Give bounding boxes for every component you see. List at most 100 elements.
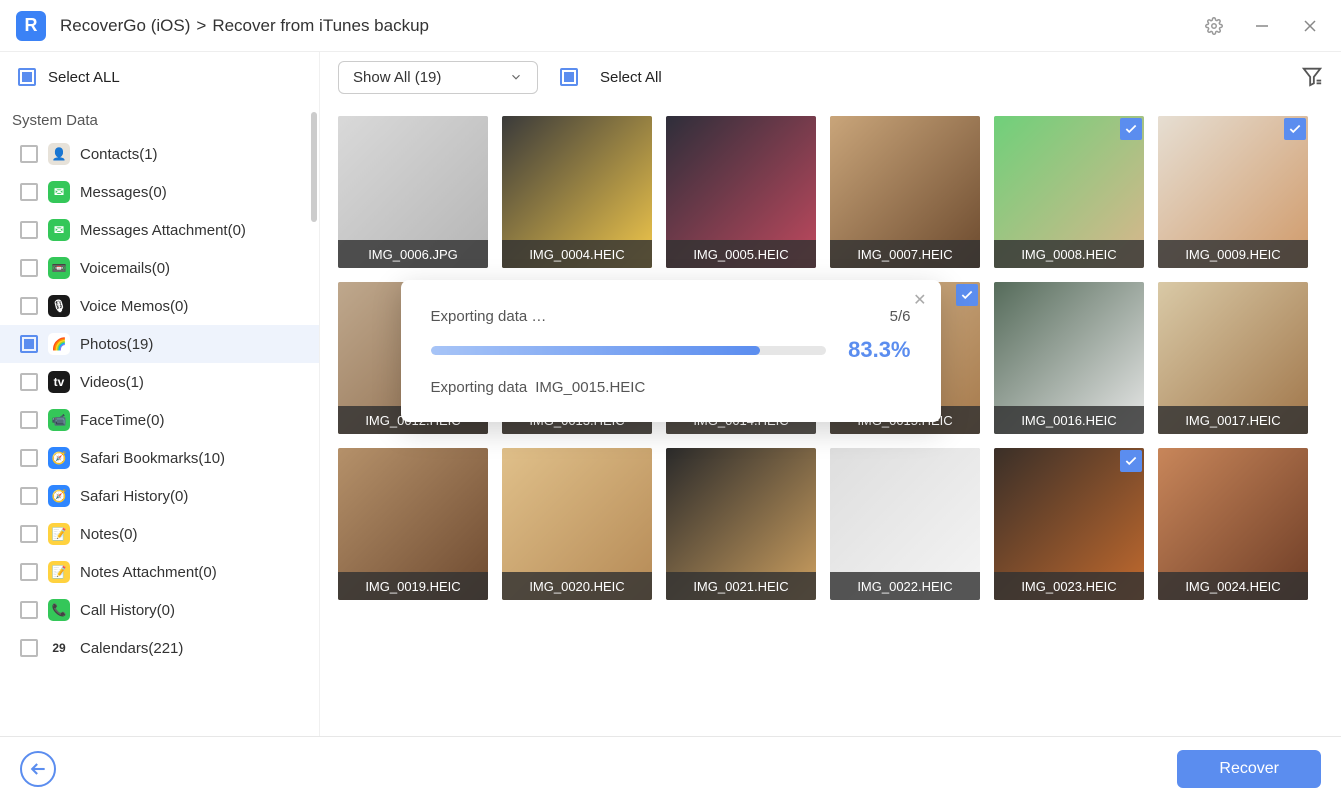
sidebar-item-checkbox[interactable]	[20, 411, 38, 429]
app-logo: R	[16, 11, 46, 41]
breadcrumb: RecoverGo (iOS) > Recover from iTunes ba…	[60, 16, 429, 36]
sidebar-item[interactable]: 📞 Call History(0)	[0, 591, 319, 629]
select-all-sidebar-checkbox[interactable]	[18, 68, 36, 86]
thumbnail-filename: IMG_0022.HEIC	[830, 572, 980, 600]
sidebar-item[interactable]: ✉Messages(0)	[0, 173, 319, 211]
filter-dropdown-label: Show All (19)	[353, 69, 441, 86]
progress-fill	[431, 346, 761, 355]
export-progress-dialog: ✕ Exporting data … 5/6 83.3% Exporting d…	[401, 280, 941, 422]
sidebar-item-checkbox[interactable]	[20, 449, 38, 467]
sidebar-item-icon: ✉	[48, 219, 70, 241]
scrollbar-thumb[interactable]	[311, 112, 317, 222]
minimize-icon[interactable]	[1247, 11, 1277, 41]
sidebar-item-checkbox[interactable]	[20, 563, 38, 581]
select-all-main-label: Select All	[600, 69, 662, 86]
thumbnail-checkmark-icon[interactable]	[1120, 450, 1142, 472]
gear-icon[interactable]	[1199, 11, 1229, 41]
sidebar-item-checkbox[interactable]	[20, 525, 38, 543]
sidebar-item-checkbox[interactable]	[20, 601, 38, 619]
photo-thumbnail[interactable]: IMG_0005.HEIC	[666, 116, 816, 268]
sidebar-item-icon: 📹	[48, 409, 70, 431]
breadcrumb-sep: >	[196, 16, 206, 36]
photo-thumbnail[interactable]: IMG_0020.HEIC	[502, 448, 652, 600]
sidebar-item[interactable]: 👤Contacts(1)	[0, 135, 319, 173]
photo-thumbnail[interactable]: IMG_0009.HEIC	[1158, 116, 1308, 268]
filter-dropdown[interactable]: Show All (19)	[338, 61, 538, 94]
sidebar-item[interactable]: 🧭 Safari Bookmarks(10)	[0, 439, 319, 477]
photo-thumbnail[interactable]: IMG_0019.HEIC	[338, 448, 488, 600]
toolbar: Select ALL Show All (19) Select All	[0, 52, 1341, 102]
photo-thumbnail[interactable]: IMG_0004.HEIC	[502, 116, 652, 268]
sidebar-item[interactable]: 🌈Photos(19)	[0, 325, 319, 363]
thumbnail-filename: IMG_0005.HEIC	[666, 240, 816, 268]
export-status-text: Exporting data …	[431, 308, 547, 325]
sidebar-item-icon: 📝	[48, 523, 70, 545]
sidebar-item-checkbox[interactable]	[20, 639, 38, 657]
sidebar-item[interactable]: 🎙Voice Memos(0)	[0, 287, 319, 325]
sidebar-item-label: Notes(0)	[80, 526, 138, 543]
sidebar-item-checkbox[interactable]	[20, 259, 38, 277]
thumbnail-filename: IMG_0019.HEIC	[338, 572, 488, 600]
select-all-main-checkbox[interactable]	[560, 68, 578, 86]
thumbnail-filename: IMG_0021.HEIC	[666, 572, 816, 600]
thumbnail-filename: IMG_0006.JPG	[338, 240, 488, 268]
thumbnail-checkmark-icon[interactable]	[956, 284, 978, 306]
sidebar-item[interactable]: tv Videos(1)	[0, 363, 319, 401]
sidebar-item-label: Safari Bookmarks(10)	[80, 450, 225, 467]
select-all-sidebar-label: Select ALL	[48, 69, 120, 86]
sidebar-item-label: Messages(0)	[80, 184, 167, 201]
sidebar-item-checkbox[interactable]	[20, 221, 38, 239]
sidebar-item[interactable]: ✉Messages Attachment(0)	[0, 211, 319, 249]
progress-percent: 83.3%	[848, 337, 910, 363]
sidebar-item[interactable]: 🧭Safari History(0)	[0, 477, 319, 515]
breadcrumb-current: Recover from iTunes backup	[212, 16, 429, 36]
sidebar-item-label: FaceTime(0)	[80, 412, 164, 429]
export-current-prefix: Exporting data	[431, 379, 528, 396]
photo-thumbnail[interactable]: IMG_0017.HEIC	[1158, 282, 1308, 434]
photo-thumbnail[interactable]: IMG_0023.HEIC	[994, 448, 1144, 600]
sidebar-item-checkbox[interactable]	[20, 373, 38, 391]
sidebar-item[interactable]: 📝Notes Attachment(0)	[0, 553, 319, 591]
photo-thumbnail[interactable]: IMG_0016.HEIC	[994, 282, 1144, 434]
sidebar-item[interactable]: 29 Calendars(221)	[0, 629, 319, 667]
sidebar-item-label: Photos(19)	[80, 336, 153, 353]
sidebar-item[interactable]: 📝 Notes(0)	[0, 515, 319, 553]
sidebar-item-icon: 🎙	[48, 295, 70, 317]
sidebar-item[interactable]: 📹 FaceTime(0)	[0, 401, 319, 439]
sidebar-section-label: System Data	[0, 102, 319, 135]
thumbnail-checkmark-icon[interactable]	[1120, 118, 1142, 140]
sidebar-item[interactable]: 📼Voicemails(0)	[0, 249, 319, 287]
thumbnail-filename: IMG_0017.HEIC	[1158, 406, 1308, 434]
sidebar-item-label: Call History(0)	[80, 602, 175, 619]
progress-bar	[431, 346, 827, 355]
back-button[interactable]	[20, 751, 56, 787]
sidebar-item-checkbox[interactable]	[20, 297, 38, 315]
filter-icon[interactable]	[1301, 65, 1323, 90]
photo-thumbnail[interactable]: IMG_0006.JPG	[338, 116, 488, 268]
photo-thumbnail[interactable]: IMG_0024.HEIC	[1158, 448, 1308, 600]
thumbnail-filename: IMG_0004.HEIC	[502, 240, 652, 268]
sidebar-item-label: Calendars(221)	[80, 640, 183, 657]
title-bar: R RecoverGo (iOS) > Recover from iTunes …	[0, 0, 1341, 52]
sidebar-item-icon: tv	[48, 371, 70, 393]
photo-thumbnail[interactable]: IMG_0008.HEIC	[994, 116, 1144, 268]
close-icon[interactable]	[1295, 11, 1325, 41]
thumbnail-filename: IMG_0007.HEIC	[830, 240, 980, 268]
sidebar-item-checkbox[interactable]	[20, 487, 38, 505]
sidebar-item-icon: 29	[48, 637, 70, 659]
recover-button[interactable]: Recover	[1177, 750, 1321, 788]
photo-thumbnail[interactable]: IMG_0007.HEIC	[830, 116, 980, 268]
sidebar-item-label: Notes Attachment(0)	[80, 564, 217, 581]
sidebar-item-label: Videos(1)	[80, 374, 144, 391]
thumbnail-filename: IMG_0008.HEIC	[994, 240, 1144, 268]
sidebar-item-icon: 📞	[48, 599, 70, 621]
breadcrumb-root[interactable]: RecoverGo (iOS)	[60, 16, 190, 36]
dialog-close-icon[interactable]: ✕	[913, 290, 926, 310]
sidebar-item-checkbox[interactable]	[20, 183, 38, 201]
sidebar-item-checkbox[interactable]	[20, 335, 38, 353]
sidebar-item-icon: 🧭	[48, 447, 70, 469]
photo-thumbnail[interactable]: IMG_0022.HEIC	[830, 448, 980, 600]
sidebar-item-checkbox[interactable]	[20, 145, 38, 163]
photo-thumbnail[interactable]: IMG_0021.HEIC	[666, 448, 816, 600]
thumbnail-checkmark-icon[interactable]	[1284, 118, 1306, 140]
